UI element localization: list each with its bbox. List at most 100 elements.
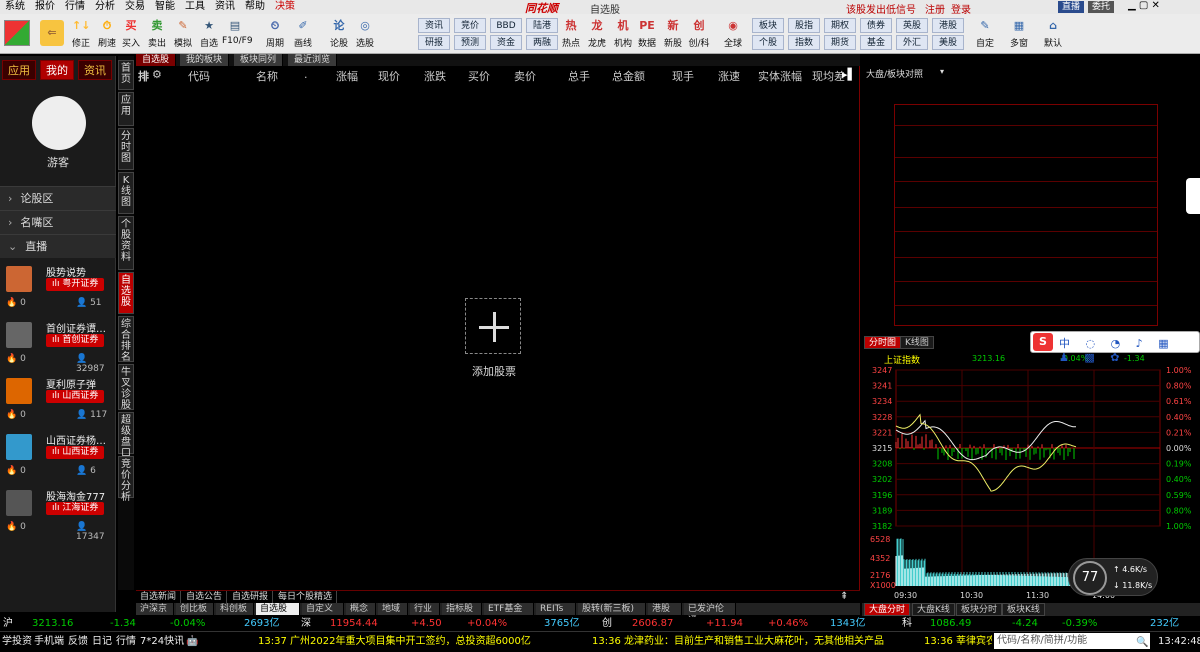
vtab-8[interactable]: 超级盘口	[118, 412, 134, 459]
toolbar-grp-1-top[interactable]: 股指	[788, 18, 820, 33]
menu-smart[interactable]: 智能	[150, 0, 180, 14]
vtab-0[interactable]: 首页	[118, 60, 134, 90]
toolbar-mid-1[interactable]: 龙龙虎	[584, 16, 610, 52]
back-arrow-icon[interactable]: ⇐	[40, 20, 64, 46]
col-header-0[interactable]: 代码	[188, 68, 210, 84]
toolbar-right-0[interactable]: ✎ 自定	[972, 16, 998, 52]
ime-logo-icon[interactable]: S	[1033, 333, 1053, 351]
toolbar-right-2[interactable]: ⌂ 默认	[1040, 16, 1066, 52]
ticker-news-1[interactable]: 13:37 广州2022年重大项目集中开工签约，总投资超6000亿	[258, 632, 531, 651]
news-tab-watchlist[interactable]: 自选新闻	[136, 591, 182, 603]
vtab-1[interactable]: 应用	[118, 92, 134, 126]
toolbar-right-1[interactable]: ▦ 多窗	[1006, 16, 1032, 52]
market-tab-6[interactable]: 地域	[378, 603, 408, 615]
gear-icon[interactable]: ⚙	[152, 68, 162, 81]
ime-tools-icon[interactable]: 中 ◌ ◔ ♪ ▦ ♟ ▩ ✿	[1059, 335, 1199, 364]
col-header-12[interactable]: 实体涨幅	[758, 68, 802, 84]
vtab-5[interactable]: 自选股	[118, 272, 134, 314]
col-header-5[interactable]: 涨跌	[424, 68, 446, 84]
toolbar-3-bot[interactable]: 两融	[526, 35, 558, 50]
toolbar-grp-3-bot[interactable]: 基金	[860, 35, 892, 50]
vtab-2[interactable]: 分时图	[118, 128, 134, 170]
ticker-diary[interactable]: 日记	[92, 632, 112, 651]
col-header-8[interactable]: 总手	[568, 68, 590, 84]
col-header-13[interactable]: 现均差	[812, 68, 845, 84]
toolbar-grp-0-bot[interactable]: 个股	[752, 35, 784, 50]
tab-index-kline[interactable]: 大盘K线	[912, 603, 955, 616]
tab-sector-kline[interactable]: 板块K线	[1002, 603, 1045, 616]
toolbar-mid-5[interactable]: 创创/科	[686, 16, 712, 52]
toolbar-6[interactable]: ▤ F10/F9	[222, 16, 253, 52]
network-speed-widget[interactable]: 77 ↑ 4.6K/s ↓ 11.8K/s	[1068, 558, 1158, 596]
col-header-6[interactable]: 买价	[468, 68, 490, 84]
col-header-7[interactable]: 卖价	[514, 68, 536, 84]
add-stock-button[interactable]	[465, 298, 521, 354]
toolbar-grp-2-bot[interactable]: 期货	[824, 35, 856, 50]
toolbar-1[interactable]: ⏱ 刷速	[94, 16, 120, 52]
toolbar-grp-5-bot[interactable]: 美股	[932, 35, 964, 50]
strip-sector-list[interactable]: 板块同列	[234, 54, 284, 66]
app-grid-icon[interactable]	[4, 20, 30, 46]
market-tab-7[interactable]: 行业	[410, 603, 440, 615]
toolbar-2-bot[interactable]: 资金	[490, 35, 522, 50]
menu-system[interactable]: 系统	[0, 0, 30, 14]
col-header-9[interactable]: 总金额	[612, 68, 645, 84]
toolbar-grp-1-bot[interactable]: 指数	[788, 35, 820, 50]
live-button[interactable]: 直播	[1058, 1, 1085, 13]
toolbar-8[interactable]: ✐ 画线	[290, 16, 316, 52]
toolbar-mid-4[interactable]: 新新股	[660, 16, 686, 52]
market-tab-5[interactable]: 概念	[346, 603, 376, 615]
ticker-feedback[interactable]: 反馈	[68, 632, 88, 651]
col-header-4[interactable]: 现价	[378, 68, 400, 84]
market-tab-0[interactable]: 沪深京	[136, 603, 174, 615]
col-header-3[interactable]: 涨幅	[336, 68, 358, 84]
vtab-9[interactable]: 竞价分析	[118, 456, 134, 503]
sz-price[interactable]: 11954.44	[330, 617, 378, 630]
vtab-6[interactable]: 综合排名	[118, 316, 134, 363]
toolbar-grp-4-top[interactable]: 英股	[896, 18, 928, 33]
search-input[interactable]: 代码/名称/简拼/功能	[994, 633, 1150, 649]
ticker-news-2[interactable]: 13:36 龙津药业：目前生产和销售工业大麻花叶，无其他相关产品	[592, 632, 884, 651]
toolbar-grp-2-top[interactable]: 期权	[824, 18, 856, 33]
toolbar-mid-6[interactable]: ◉ 全球	[720, 16, 746, 52]
market-tab-8[interactable]: 指标股	[442, 603, 482, 615]
window-controls[interactable]: ▁ ▢ ✕	[1128, 0, 1160, 11]
ticker-flash[interactable]: 7*24快讯	[140, 632, 184, 651]
toolbar-mid-3[interactable]: PE 数据	[634, 16, 660, 52]
toolbar-0-top[interactable]: 资讯	[418, 18, 450, 33]
toolbar-9[interactable]: 论论股	[326, 16, 352, 52]
market-tab-9[interactable]: ETF基金	[484, 603, 534, 615]
chevron-down-icon[interactable]: ▾	[940, 67, 944, 76]
news-tab-reports[interactable]: 自选研报	[228, 591, 274, 603]
toolbar-3[interactable]: 卖卖出	[144, 16, 170, 52]
ticker-news-3[interactable]: 13:36 莘律宾农	[924, 632, 992, 651]
market-tab-10[interactable]: REITs	[536, 603, 576, 615]
toolbar-5[interactable]: ★ 自选	[196, 16, 222, 52]
tab-index-intraday[interactable]: 大盘分时	[864, 603, 911, 616]
market-tab-3[interactable]: 自选股	[256, 603, 300, 615]
market-tab-12[interactable]: 港股	[648, 603, 682, 615]
strip-watchlist[interactable]: 自选股	[136, 54, 177, 66]
menu-decision[interactable]: 决策	[270, 0, 300, 14]
toolbar-4[interactable]: ✎ 模拟	[170, 16, 196, 52]
search-icon[interactable]: 🔍	[1136, 633, 1148, 652]
vtab-3[interactable]: K线图	[118, 172, 134, 214]
toolbar-grp-0-top[interactable]: 板块	[752, 18, 784, 33]
section-experts[interactable]: › 名嘴区	[0, 210, 116, 234]
live-item[interactable]: 首创证券谭… ılı 首创证券 🔥 0 👤 32987	[0, 314, 116, 374]
left-tab-news[interactable]: 资讯	[78, 60, 112, 80]
col-header-1[interactable]: 名称	[256, 68, 278, 84]
ticker-learn[interactable]: 学投资	[2, 632, 32, 651]
toolbar-mid-0[interactable]: 热热点	[558, 16, 584, 52]
strip-recent[interactable]: 最近浏览	[288, 54, 338, 66]
menu-help[interactable]: 帮助	[240, 0, 270, 14]
order-button[interactable]: 委托	[1088, 1, 1115, 13]
live-item[interactable]: 股海淘金777 ılı 江海证券 🔥 0 👤 17347	[0, 482, 116, 542]
live-item[interactable]: 山西证券杨… ılı 山西证券 🔥 0 👤 6	[0, 426, 116, 482]
menu-news[interactable]: 资讯	[210, 0, 240, 14]
sh-price[interactable]: 3213.16	[32, 617, 73, 630]
toolbar-2[interactable]: 买买入	[118, 16, 144, 52]
section-forum[interactable]: › 论股区	[0, 186, 116, 210]
avatar[interactable]	[32, 96, 86, 150]
toolbar-3-top[interactable]: 陆港	[526, 18, 558, 33]
